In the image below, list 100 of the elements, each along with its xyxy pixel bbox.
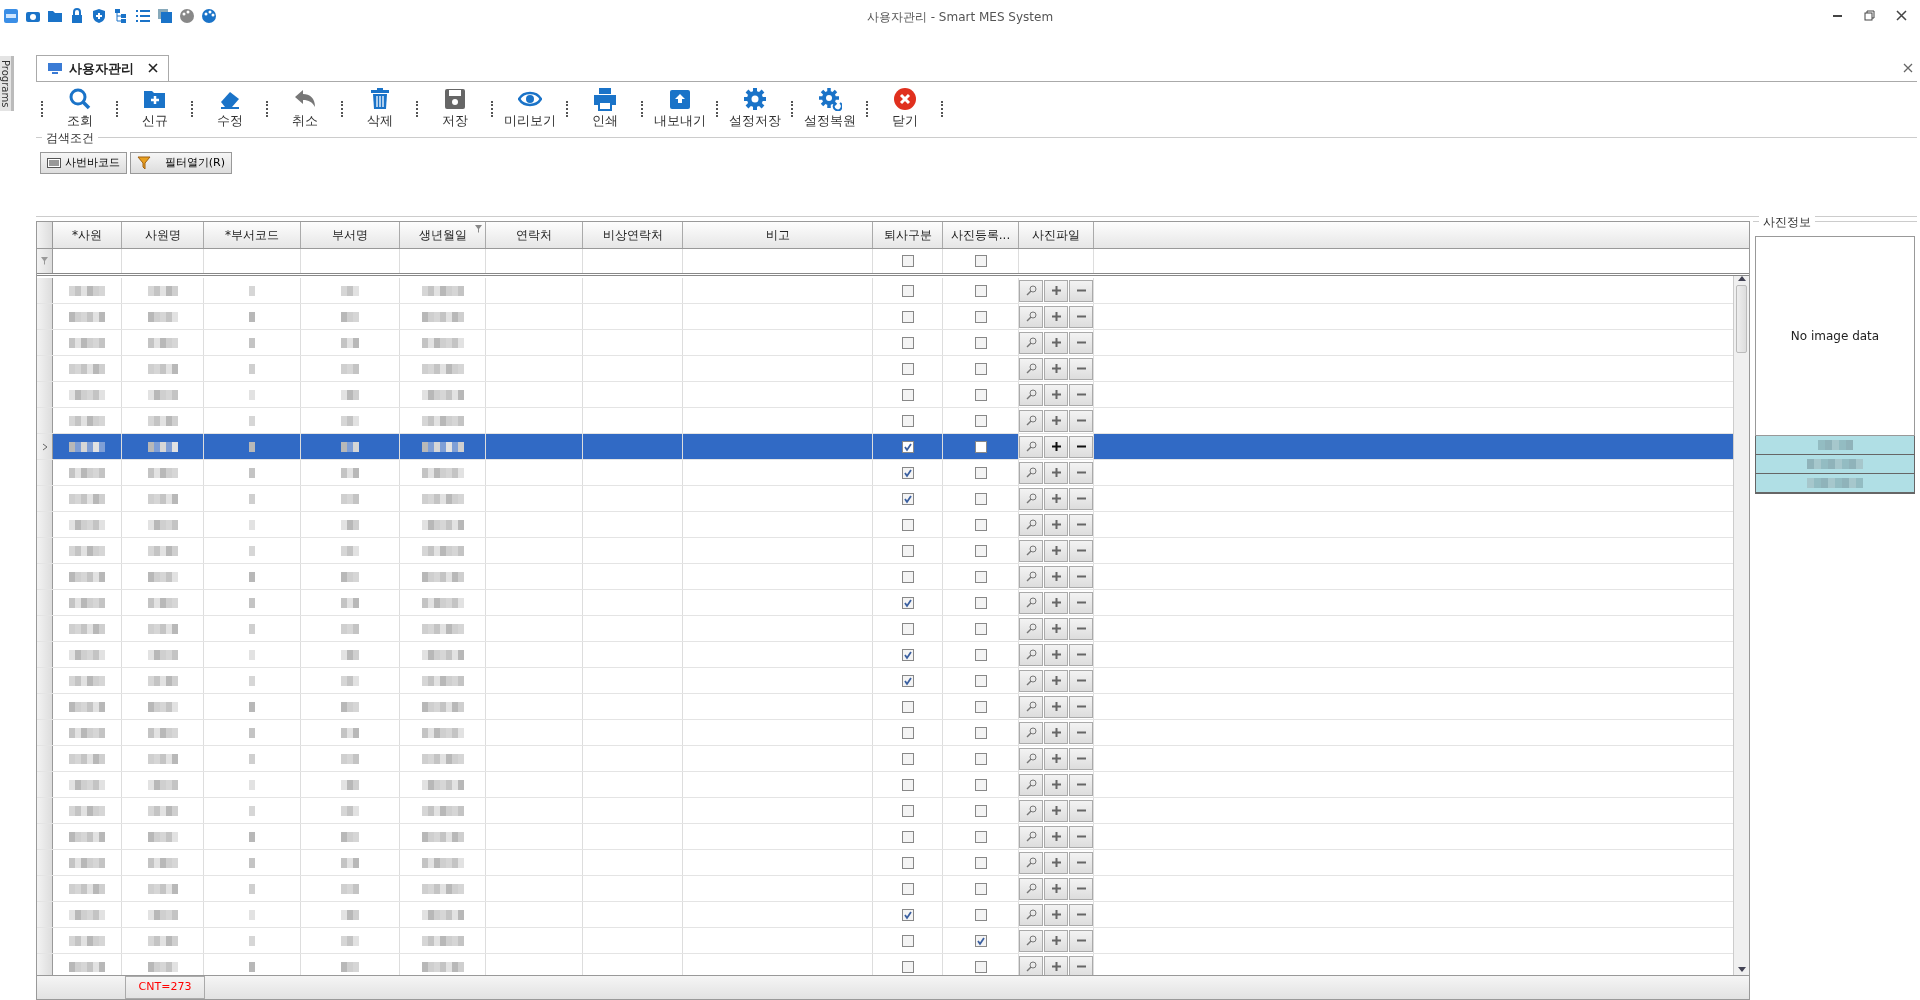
palette-icon[interactable]: [179, 7, 195, 24]
checkbox[interactable]: [974, 960, 987, 973]
remove-photo-button[interactable]: [1069, 695, 1093, 718]
column-header[interactable]: 생년월일: [400, 221, 486, 248]
view-photo-button[interactable]: [1019, 955, 1043, 976]
remove-photo-button[interactable]: [1069, 617, 1093, 640]
remove-photo-button[interactable]: [1069, 747, 1093, 770]
remove-photo-button[interactable]: [1069, 331, 1093, 354]
view-photo-button[interactable]: [1019, 799, 1043, 822]
checkbox[interactable]: [974, 414, 987, 427]
view-photo-button[interactable]: [1019, 435, 1043, 458]
toolbar-button[interactable]: 저장: [424, 84, 486, 133]
shield-icon[interactable]: [91, 7, 107, 24]
view-photo-button[interactable]: [1019, 409, 1043, 432]
checkbox[interactable]: [901, 674, 914, 687]
view-photo-button[interactable]: [1019, 487, 1043, 510]
checkbox[interactable]: [901, 284, 914, 297]
checkbox[interactable]: [901, 960, 914, 973]
checkbox[interactable]: [974, 648, 987, 661]
toolbar-button[interactable]: 설정저장: [724, 84, 786, 133]
column-header[interactable]: 연락처: [486, 221, 583, 248]
checkbox[interactable]: [901, 752, 914, 765]
view-photo-button[interactable]: [1019, 851, 1043, 874]
checkbox[interactable]: [974, 752, 987, 765]
checkbox[interactable]: [901, 700, 914, 713]
remove-photo-button[interactable]: [1069, 929, 1093, 952]
view-photo-button[interactable]: [1019, 617, 1043, 640]
view-photo-button[interactable]: [1019, 825, 1043, 848]
view-photo-button[interactable]: [1019, 721, 1043, 744]
document-tab[interactable]: 사용자관리: [36, 54, 169, 81]
scroll-thumb[interactable]: [1736, 285, 1747, 354]
remove-photo-button[interactable]: [1069, 773, 1093, 796]
remove-photo-button[interactable]: [1069, 513, 1093, 536]
toolbar-button[interactable]: 삭제: [349, 84, 411, 133]
checkbox[interactable]: [974, 284, 987, 297]
window-icon[interactable]: [157, 7, 173, 24]
remove-photo-button[interactable]: [1069, 955, 1093, 976]
checkbox[interactable]: [901, 544, 914, 557]
close-icon[interactable]: [148, 63, 158, 74]
app-logo-icon[interactable]: [3, 7, 19, 24]
view-photo-button[interactable]: [1019, 591, 1043, 614]
remove-photo-button[interactable]: [1069, 357, 1093, 380]
tree-icon[interactable]: [113, 7, 129, 24]
toolbar-button[interactable]: 미리보기: [499, 84, 561, 133]
view-photo-button[interactable]: [1019, 877, 1043, 900]
remove-photo-button[interactable]: [1069, 721, 1093, 744]
remove-photo-button[interactable]: [1069, 539, 1093, 562]
scroll-down-icon[interactable]: [1737, 967, 1746, 973]
remove-photo-button[interactable]: [1069, 383, 1093, 406]
view-photo-button[interactable]: [1019, 461, 1043, 484]
lock-icon[interactable]: [69, 7, 85, 24]
checkbox[interactable]: [974, 674, 987, 687]
checkbox[interactable]: [901, 255, 914, 268]
checkbox[interactable]: [974, 908, 987, 921]
toolbar-button[interactable]: 인쇄: [574, 84, 636, 133]
remove-photo-button[interactable]: [1069, 643, 1093, 666]
toolbar-button[interactable]: 신규: [124, 84, 186, 133]
view-photo-button[interactable]: [1019, 357, 1043, 380]
funnel-icon[interactable]: [475, 224, 482, 233]
checkbox[interactable]: [974, 492, 987, 505]
barcode-button[interactable]: 사번바코드: [40, 152, 127, 175]
checkbox[interactable]: [974, 700, 987, 713]
checkbox[interactable]: [901, 856, 914, 869]
checkbox[interactable]: [901, 934, 914, 947]
view-photo-button[interactable]: [1019, 669, 1043, 692]
view-photo-button[interactable]: [1019, 643, 1043, 666]
column-header[interactable]: 비상연락처: [583, 221, 683, 248]
checkbox[interactable]: [974, 622, 987, 635]
remove-photo-button[interactable]: [1069, 825, 1093, 848]
view-photo-button[interactable]: [1019, 305, 1043, 328]
remove-photo-button[interactable]: [1069, 669, 1093, 692]
checkbox[interactable]: [974, 830, 987, 843]
checkbox[interactable]: [901, 804, 914, 817]
view-photo-button[interactable]: [1019, 383, 1043, 406]
column-header[interactable]: *사원: [53, 221, 122, 248]
toolbar-button[interactable]: 닫기: [874, 84, 936, 133]
toolbar-button[interactable]: 취소: [274, 84, 336, 133]
column-header[interactable]: 부서명: [301, 221, 400, 248]
palette-icon[interactable]: [201, 7, 217, 24]
list-icon[interactable]: [135, 7, 151, 24]
remove-photo-button[interactable]: [1069, 851, 1093, 874]
checkbox[interactable]: [974, 310, 987, 323]
toolbar-button[interactable]: 내보내기: [649, 84, 711, 133]
checkbox[interactable]: [901, 830, 914, 843]
checkbox[interactable]: [901, 908, 914, 921]
view-photo-button[interactable]: [1019, 695, 1043, 718]
checkbox[interactable]: [901, 778, 914, 791]
checkbox[interactable]: [974, 856, 987, 869]
checkbox[interactable]: [974, 362, 987, 375]
checkbox[interactable]: [901, 596, 914, 609]
remove-photo-button[interactable]: [1069, 591, 1093, 614]
checkbox[interactable]: [974, 544, 987, 557]
checkbox[interactable]: [901, 882, 914, 895]
view-photo-button[interactable]: [1019, 331, 1043, 354]
remove-photo-button[interactable]: [1069, 305, 1093, 328]
column-header[interactable]: 비고: [683, 221, 873, 248]
programs-tab[interactable]: Programs: [0, 55, 14, 112]
view-photo-button[interactable]: [1019, 747, 1043, 770]
add-photo-button[interactable]: [1044, 435, 1068, 458]
checkbox[interactable]: [974, 255, 987, 268]
